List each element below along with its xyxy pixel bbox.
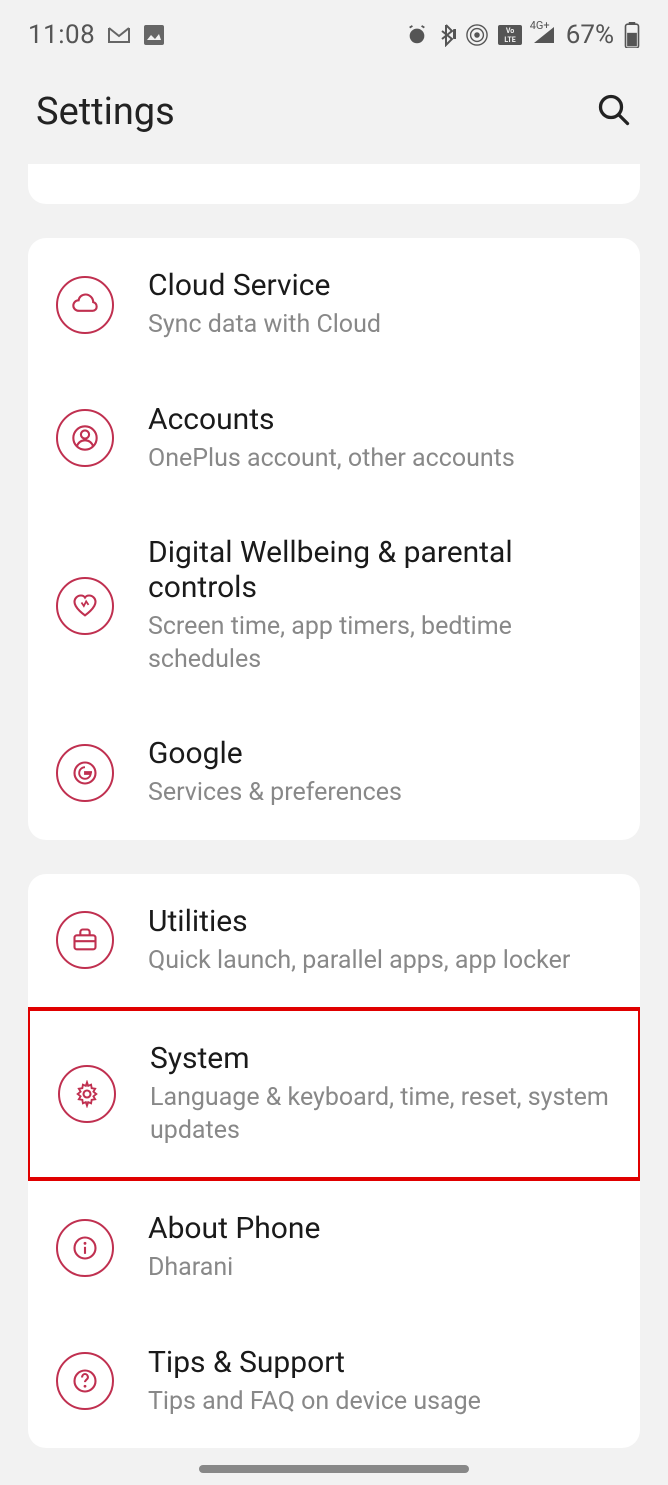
svg-text:Vo: Vo — [506, 27, 514, 35]
item-subtitle: Sync data with Cloud — [148, 309, 612, 342]
page-title: Settings — [36, 90, 175, 134]
settings-group-1: Cloud Service Sync data with Cloud Accou… — [28, 238, 640, 840]
item-subtitle: Quick launch, parallel apps, app locker — [148, 945, 612, 978]
settings-item-utilities[interactable]: Utilities Quick launch, parallel apps, a… — [28, 874, 640, 1008]
settings-item-accounts[interactable]: Accounts OnePlus account, other accounts — [28, 372, 640, 506]
battery-percent: 67% — [566, 20, 614, 50]
help-icon — [56, 1352, 114, 1410]
status-bar: 11:08 VoLTE 4G+ 67% — [0, 0, 668, 60]
info-icon — [56, 1219, 114, 1277]
item-subtitle: Tips and FAQ on device usage — [148, 1386, 612, 1419]
heart-icon — [56, 577, 114, 635]
item-title: Utilities — [148, 904, 612, 939]
settings-item-tips-support[interactable]: Tips & Support Tips and FAQ on device us… — [28, 1315, 640, 1449]
item-subtitle: Dharani — [148, 1252, 612, 1285]
settings-header: Settings — [0, 60, 668, 164]
navigation-handle[interactable] — [199, 1465, 469, 1473]
settings-group-2: Utilities Quick launch, parallel apps, a… — [28, 874, 640, 1449]
volte-icon: VoLTE — [498, 25, 522, 45]
person-icon — [56, 409, 114, 467]
gmail-icon — [107, 26, 131, 44]
settings-item-about-phone[interactable]: About Phone Dharani — [28, 1181, 640, 1315]
status-time: 11:08 — [28, 20, 95, 50]
item-subtitle: Screen time, app timers, bedtime schedul… — [148, 611, 612, 676]
cloud-icon — [56, 276, 114, 334]
hotspot-icon — [466, 24, 488, 46]
image-icon — [143, 24, 165, 46]
card-previous-group-tail — [28, 164, 640, 204]
settings-item-google[interactable]: Google Services & preferences — [28, 706, 640, 840]
settings-item-system[interactable]: System Language & keyboard, time, reset,… — [28, 1007, 640, 1181]
item-title: Cloud Service — [148, 268, 612, 303]
item-title: Digital Wellbeing & parental controls — [148, 535, 612, 605]
status-right: VoLTE 4G+ 67% — [406, 20, 640, 50]
google-icon — [56, 744, 114, 802]
settings-item-cloud-service[interactable]: Cloud Service Sync data with Cloud — [28, 238, 640, 372]
item-subtitle: Services & preferences — [148, 777, 612, 810]
status-left: 11:08 — [28, 20, 165, 50]
briefcase-icon — [56, 911, 114, 969]
settings-item-digital-wellbeing[interactable]: Digital Wellbeing & parental controls Sc… — [28, 505, 640, 706]
item-title: System — [150, 1041, 610, 1076]
gear-icon — [58, 1065, 116, 1123]
bluetooth-icon — [438, 23, 456, 47]
item-title: Tips & Support — [148, 1345, 612, 1380]
signal-icon: 4G+ — [532, 25, 556, 45]
alarm-icon — [406, 24, 428, 46]
item-subtitle: OnePlus account, other accounts — [148, 443, 612, 476]
battery-icon — [624, 22, 640, 48]
item-title: About Phone — [148, 1211, 612, 1246]
svg-text:LTE: LTE — [504, 36, 515, 44]
item-subtitle: Language & keyboard, time, reset, system… — [150, 1082, 610, 1147]
item-title: Google — [148, 736, 612, 771]
item-title: Accounts — [148, 402, 612, 437]
search-icon[interactable] — [596, 92, 632, 132]
